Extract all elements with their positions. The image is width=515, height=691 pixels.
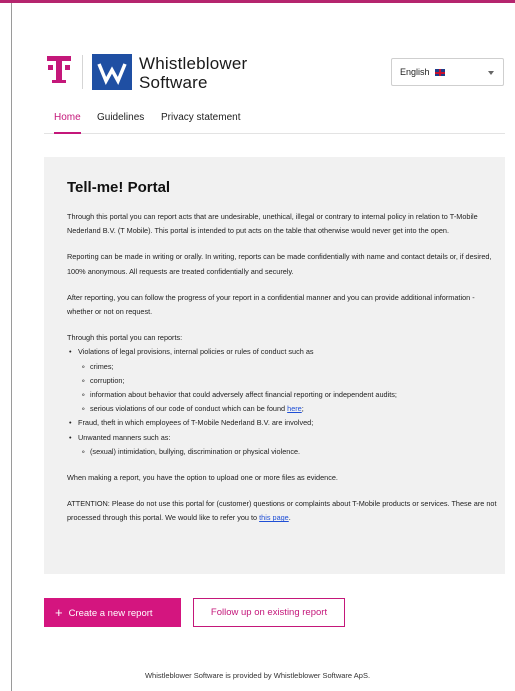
list-item: Fraud, theft in which employees of T-Mob…: [69, 416, 497, 430]
sub-list: crimes; corruption; information about be…: [78, 360, 497, 417]
create-report-button[interactable]: + Create a new report: [44, 598, 181, 627]
list-item-text: Unwanted manners such as:: [78, 432, 171, 442]
upload-paragraph: When making a report, you have the optio…: [67, 473, 338, 483]
brand-name: Whistleblower Software: [139, 54, 247, 92]
reporting-paragraph: Reporting can be made in writing or oral…: [67, 252, 492, 276]
list-intro: Through this portal you can reports:: [67, 333, 183, 343]
main-nav: Home Guidelines Privacy statement: [44, 108, 505, 134]
list-item: Unwanted manners such as: (sexual) intim…: [69, 431, 497, 460]
follow-up-paragraph: After reporting, you can follow the prog…: [67, 292, 475, 317]
plus-icon: +: [55, 605, 63, 620]
list-item: crimes;: [81, 360, 497, 374]
attention-paragraph: ATTENTION: Please do not use this portal…: [67, 497, 497, 525]
top-accent-bar: [0, 0, 515, 3]
page-title: Tell-me! Portal: [67, 179, 171, 196]
list-item: serious violations of our code of conduc…: [81, 402, 497, 416]
sub-list: (sexual) intimidation, bullying, discrim…: [78, 445, 497, 459]
t-mobile-logo[interactable]: [47, 53, 71, 89]
logo-separator: [82, 55, 83, 89]
whistleblower-software-logo[interactable]: [92, 54, 132, 90]
list-item: (sexual) intimidation, bullying, discrim…: [81, 445, 497, 459]
brand-line-1: Whistleblower: [139, 54, 248, 73]
create-report-label: Create a new report: [68, 608, 153, 619]
list-item-text: ;: [301, 404, 304, 414]
report-types-list: Violations of legal provisions, internal…: [67, 345, 497, 459]
brand-line-2: Software: [139, 73, 208, 92]
left-border: [11, 3, 12, 691]
this-page-link[interactable]: this page: [259, 513, 289, 522]
attention-end: .: [288, 513, 291, 523]
list-item-text: serious violations of our code of conduc…: [90, 404, 288, 414]
list-item: Violations of legal provisions, internal…: [69, 345, 497, 417]
language-selected: English: [400, 67, 430, 77]
chevron-down-icon: [488, 71, 494, 75]
follow-up-report-button[interactable]: Follow up on existing report: [193, 598, 345, 627]
tab-guidelines[interactable]: Guidelines: [97, 112, 144, 134]
portal-info-panel: Tell-me! Portal Through this portal you …: [44, 157, 505, 574]
list-item: corruption;: [81, 374, 497, 388]
list-item-text: Violations of legal provisions, internal…: [78, 347, 314, 357]
panel-body: Through this portal you can report acts …: [67, 210, 497, 538]
intro-paragraph: Through this portal you can report acts …: [67, 212, 478, 236]
list-item: information about behavior that could ad…: [81, 388, 497, 402]
uk-flag-icon: [435, 69, 446, 76]
language-select[interactable]: English: [391, 58, 504, 86]
tab-home[interactable]: Home: [54, 112, 81, 134]
tab-privacy-statement[interactable]: Privacy statement: [161, 112, 240, 134]
footer-text: Whistleblower Software is provided by Wh…: [144, 671, 371, 680]
code-of-conduct-link[interactable]: here: [287, 404, 302, 413]
